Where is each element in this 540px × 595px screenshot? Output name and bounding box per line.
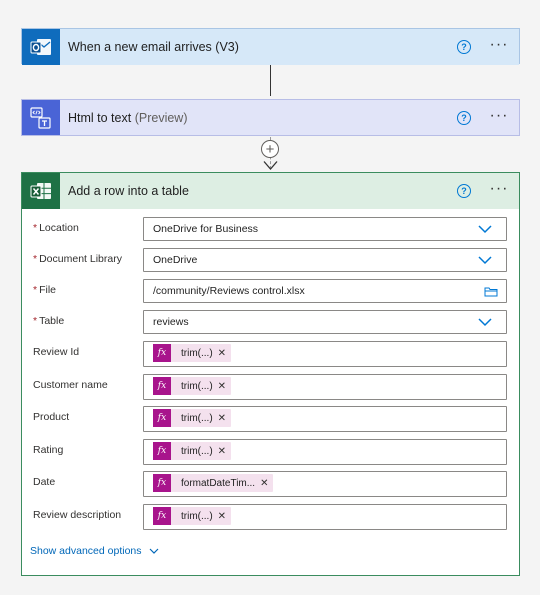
token-label: trim(...) <box>181 412 213 424</box>
more-options-icon[interactable]: ··· <box>489 37 509 57</box>
product-label: Product <box>33 411 70 423</box>
rating-row: Rating fx trim(...) ✕ <box>22 439 519 465</box>
html-to-text-title: Html to text (Preview) <box>60 111 519 125</box>
file-label-text: File <box>39 284 57 296</box>
required-marker: * <box>33 284 38 296</box>
fx-icon: fx <box>153 507 171 525</box>
expression-token[interactable]: fx formatDateTim... ✕ <box>153 474 274 492</box>
review-description-row: Review description fx trim(...) ✕ <box>22 504 519 530</box>
review-id-field[interactable]: fx trim(...) ✕ <box>143 341 507 367</box>
review-description-label: Review description <box>33 509 122 521</box>
trigger-card[interactable]: When a new email arrives (V3) ? ··· <box>21 28 520 65</box>
document-library-label-text: Document Library <box>39 253 122 265</box>
chevron-down-icon[interactable] <box>478 224 492 234</box>
required-marker: * <box>33 315 38 327</box>
remove-token-icon[interactable]: ✕ <box>218 348 231 359</box>
more-options-icon[interactable]: ··· <box>489 108 509 128</box>
table-dropdown[interactable]: reviews <box>143 310 507 334</box>
expression-token[interactable]: fx trim(...) ✕ <box>153 409 232 427</box>
rating-label: Rating <box>33 444 64 456</box>
document-library-dropdown[interactable]: OneDrive <box>143 248 507 272</box>
folder-icon[interactable] <box>484 286 498 297</box>
add-row-card[interactable]: Add a row into a table ? ··· * Location O… <box>21 172 520 576</box>
location-label: * Location <box>33 222 79 234</box>
file-label: * File <box>33 284 56 296</box>
expression-token[interactable]: fx trim(...) ✕ <box>153 507 232 525</box>
document-library-value: OneDrive <box>153 254 198 266</box>
remove-token-icon[interactable]: ✕ <box>218 446 231 457</box>
location-dropdown[interactable]: OneDrive for Business <box>143 217 507 241</box>
chevron-down-icon[interactable] <box>478 255 492 265</box>
location-row: * Location OneDrive for Business <box>22 217 519 241</box>
file-input[interactable]: /community/Reviews control.xlsx <box>143 279 507 303</box>
customer-name-label: Customer name <box>33 379 108 391</box>
fx-icon: fx <box>153 474 171 492</box>
fx-icon: fx <box>153 409 171 427</box>
token-label: trim(...) <box>181 445 213 457</box>
token-label: trim(...) <box>181 347 213 359</box>
more-options-icon[interactable]: ··· <box>489 181 509 201</box>
product-row: Product fx trim(...) ✕ <box>22 406 519 432</box>
connector-arrow-icon <box>263 161 278 170</box>
add-row-card-header[interactable]: Add a row into a table ? ··· <box>22 173 519 209</box>
product-field[interactable]: fx trim(...) ✕ <box>143 406 507 432</box>
show-advanced-options-link[interactable]: Show advanced options <box>30 545 159 557</box>
remove-token-icon[interactable]: ✕ <box>260 478 273 489</box>
chevron-down-icon <box>149 548 158 554</box>
date-row: Date fx formatDateTim... ✕ <box>22 471 519 497</box>
review-id-row: Review Id fx trim(...) ✕ <box>22 341 519 367</box>
token-label: formatDateTim... <box>181 477 256 489</box>
table-value: reviews <box>153 316 189 328</box>
location-label-text: Location <box>39 222 79 234</box>
outlook-icon <box>22 29 60 65</box>
insert-step-button[interactable]: + <box>261 140 279 158</box>
document-library-label: * Document Library <box>33 253 122 265</box>
remove-token-icon[interactable]: ✕ <box>218 381 231 392</box>
location-value: OneDrive for Business <box>153 223 259 235</box>
connector-line <box>270 65 271 96</box>
document-library-row: * Document Library OneDrive <box>22 248 519 272</box>
table-row: * Table reviews <box>22 310 519 334</box>
file-row: * File /community/Reviews control.xlsx <box>22 279 519 303</box>
review-description-field[interactable]: fx trim(...) ✕ <box>143 504 507 530</box>
html-to-text-subtitle: (Preview) <box>134 110 188 125</box>
help-icon[interactable]: ? <box>457 184 471 198</box>
remove-token-icon[interactable]: ✕ <box>218 413 231 424</box>
customer-name-row: Customer name fx trim(...) ✕ <box>22 374 519 400</box>
help-icon[interactable]: ? <box>457 40 471 54</box>
review-id-label: Review Id <box>33 346 80 358</box>
show-advanced-options-label: Show advanced options <box>30 545 142 557</box>
fx-icon: fx <box>153 344 171 362</box>
excel-icon <box>22 173 60 209</box>
rating-field[interactable]: fx trim(...) ✕ <box>143 439 507 465</box>
token-label: trim(...) <box>181 510 213 522</box>
chevron-down-icon[interactable] <box>478 317 492 327</box>
trigger-title: When a new email arrives (V3) <box>68 40 239 54</box>
token-label: trim(...) <box>181 380 213 392</box>
required-marker: * <box>33 253 38 265</box>
expression-token[interactable]: fx trim(...) ✕ <box>153 344 232 362</box>
html-to-text-title-main: Html to text <box>68 110 132 125</box>
expression-token[interactable]: fx trim(...) ✕ <box>153 442 232 460</box>
fx-icon: fx <box>153 442 171 460</box>
help-icon[interactable]: ? <box>457 111 471 125</box>
customer-name-field[interactable]: fx trim(...) ✕ <box>143 374 507 400</box>
html-to-text-card-header[interactable]: Html to text (Preview) ? ··· <box>22 100 519 135</box>
date-field[interactable]: fx formatDateTim... ✕ <box>143 471 507 497</box>
html-to-text-icon <box>22 100 60 135</box>
html-to-text-card[interactable]: Html to text (Preview) ? ··· <box>21 99 520 136</box>
trigger-card-header[interactable]: When a new email arrives (V3) ? ··· <box>22 29 519 65</box>
file-value: /community/Reviews control.xlsx <box>153 285 305 297</box>
date-label: Date <box>33 476 56 488</box>
table-label: * Table <box>33 315 64 327</box>
fx-icon: fx <box>153 377 171 395</box>
expression-token[interactable]: fx trim(...) ✕ <box>153 377 232 395</box>
required-marker: * <box>33 222 38 234</box>
table-label-text: Table <box>39 315 65 327</box>
add-row-title: Add a row into a table <box>68 184 189 198</box>
remove-token-icon[interactable]: ✕ <box>218 511 231 522</box>
